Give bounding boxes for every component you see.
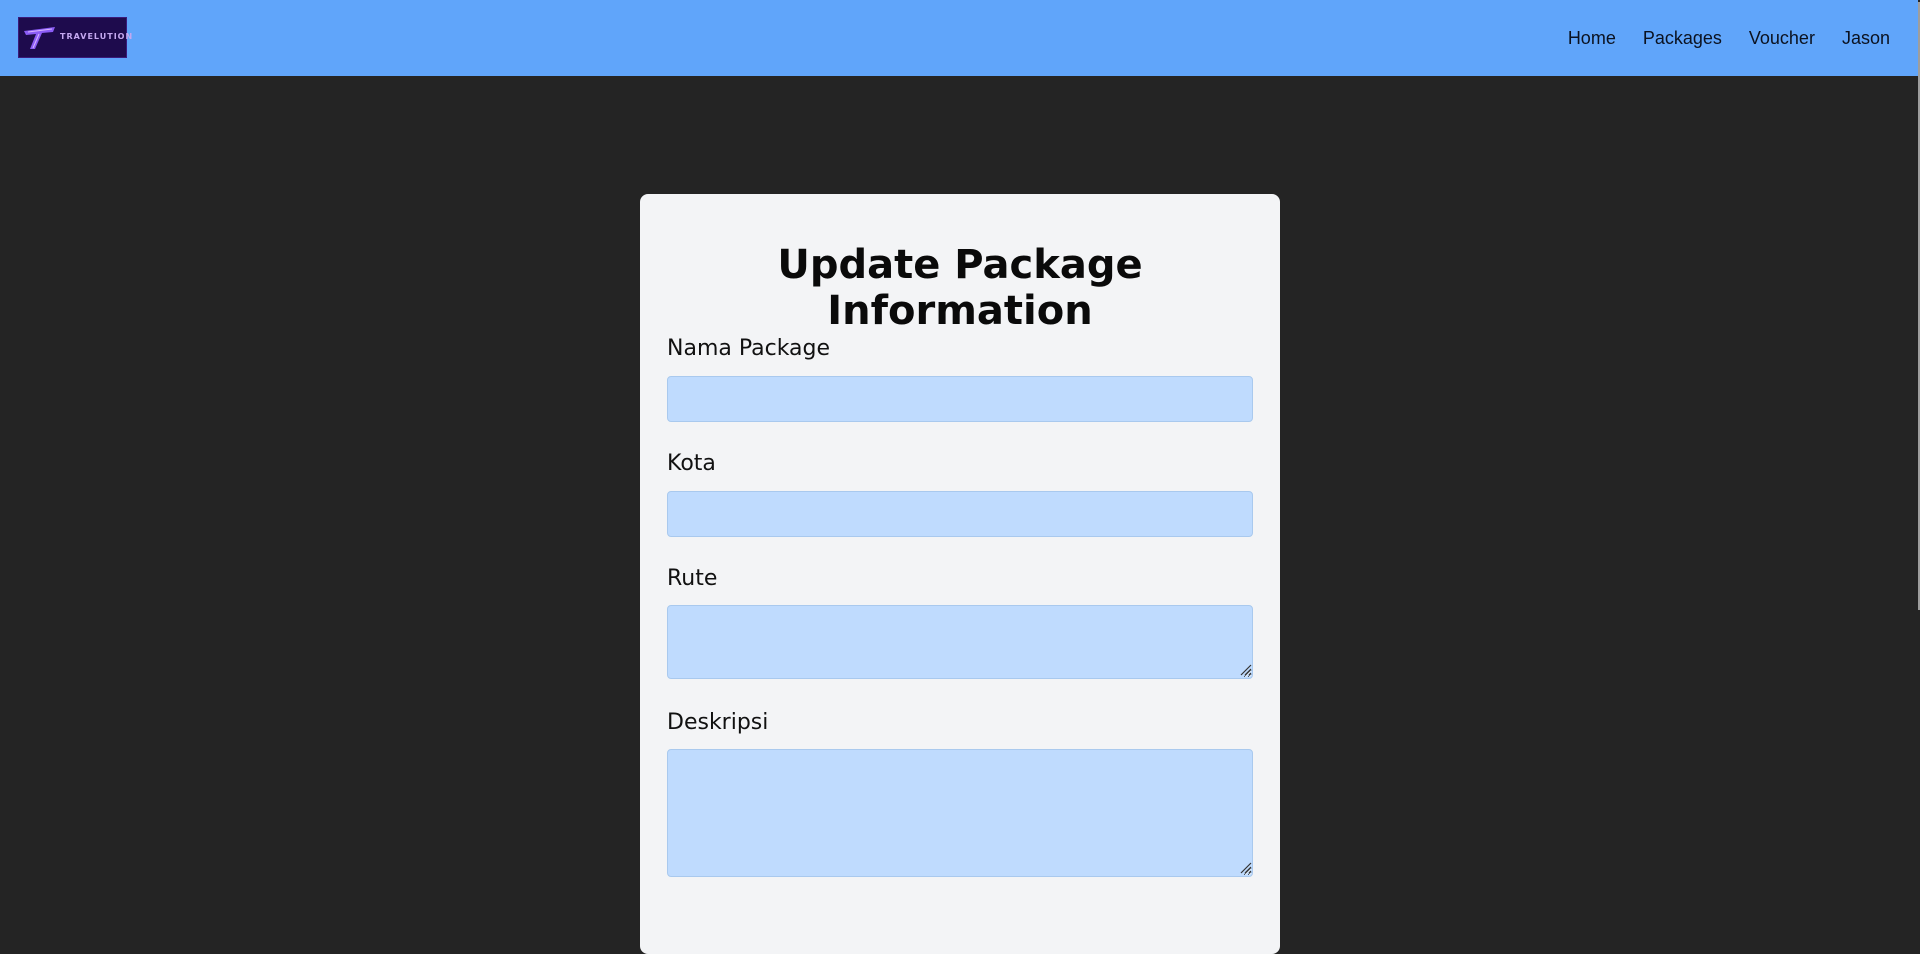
logo-wordmark: TRAVELUTION bbox=[60, 32, 134, 41]
page-title: Update Package Information bbox=[777, 242, 1143, 334]
resize-handle-icon[interactable] bbox=[1238, 662, 1252, 676]
update-package-form-card: Update Package Information Nama Package … bbox=[640, 194, 1280, 954]
resize-handle-icon[interactable] bbox=[1238, 860, 1252, 874]
top-navbar: TRAVELUTION Home Packages Voucher Jason bbox=[0, 0, 1918, 76]
nav-link-home[interactable]: Home bbox=[1568, 28, 1616, 49]
nama-package-input[interactable] bbox=[667, 376, 1253, 422]
kota-input[interactable] bbox=[667, 491, 1253, 537]
deskripsi-label: Deskripsi bbox=[667, 710, 769, 735]
deskripsi-textarea[interactable] bbox=[667, 749, 1253, 877]
rute-label: Rute bbox=[667, 566, 718, 591]
nav-link-voucher[interactable]: Voucher bbox=[1749, 28, 1815, 49]
logo-mark-icon bbox=[24, 27, 55, 49]
main-nav: Home Packages Voucher Jason bbox=[1541, 0, 1890, 76]
nav-link-packages[interactable]: Packages bbox=[1643, 28, 1722, 49]
nama-package-label: Nama Package bbox=[667, 336, 831, 361]
rute-textarea[interactable] bbox=[667, 605, 1253, 679]
travelution-logo[interactable]: TRAVELUTION bbox=[18, 17, 132, 58]
kota-label: Kota bbox=[667, 451, 716, 476]
nav-link-user[interactable]: Jason bbox=[1842, 28, 1890, 49]
